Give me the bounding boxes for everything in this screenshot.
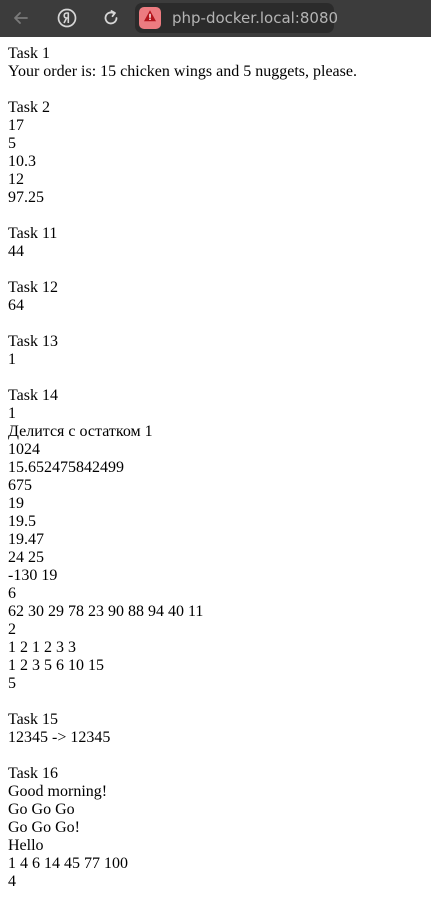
task-title: Task 15 [8, 711, 58, 728]
output-line: 24 25 [8, 549, 44, 566]
output-line: Делится с остатком 1 [8, 423, 153, 440]
output-line: Hello [8, 837, 44, 854]
output-line: 19.5 [8, 513, 36, 530]
task-block: Task 16 Good morning! Go Go Go Go Go Go! Hel… [8, 765, 423, 891]
url-text[interactable]: php-docker.local:8080 [172, 8, 338, 28]
output-line: 1 [8, 405, 16, 422]
task-title: Task 11 [8, 225, 58, 242]
output-line: 6 [8, 585, 16, 602]
output-line: 19.47 [8, 531, 44, 548]
output-line: 5 [8, 135, 16, 152]
address-bar[interactable]: php-docker.local:8080 [135, 3, 338, 33]
output-line: 2 [8, 621, 16, 638]
output-line: Your order is: 15 chicken wings and 5 nu… [8, 63, 357, 80]
output-line: 4 [8, 873, 16, 890]
output-line: 97.25 [8, 189, 44, 206]
reload-icon [101, 8, 121, 28]
output-line: 1 2 1 2 3 3 [8, 639, 76, 656]
arrow-left-icon [12, 9, 30, 27]
output-line: 19 [8, 495, 24, 512]
output-line: 62 30 29 78 23 90 88 94 40 11 [8, 603, 204, 620]
task-title: Task 12 [8, 279, 58, 296]
output-line: 1 2 3 5 6 10 15 [8, 657, 104, 674]
yandex-button[interactable] [53, 4, 81, 32]
output-line: 1 [8, 351, 16, 368]
output-line: 12345 -> 12345 [8, 729, 111, 746]
reload-button[interactable] [97, 4, 125, 32]
task-block: Task 11 44 [8, 225, 423, 261]
task-block: Task 2 17 5 10.3 12 97.25 [8, 99, 423, 207]
output-line: 44 [8, 243, 24, 260]
task-block: Task 15 12345 -> 12345 [8, 711, 423, 747]
site-info-button[interactable] [139, 7, 161, 29]
page-content: Task 1 Your order is: 15 chicken wings an… [8, 45, 423, 909]
output-line: 15.652475842499 [8, 459, 124, 476]
output-line: 10.3 [8, 153, 36, 170]
output-line: 1 4 6 14 45 77 100 [8, 855, 128, 872]
browser-toolbar: php-docker.local:8080 [0, 0, 431, 37]
output-line: 675 [8, 477, 32, 494]
task-title: Task 16 [8, 765, 58, 782]
output-line: 64 [8, 297, 24, 314]
warning-triangle-icon [143, 9, 157, 28]
output-line: -130 19 [8, 567, 58, 584]
task-title: Task 1 [8, 45, 50, 62]
task-title: Task 14 [8, 387, 58, 404]
task-block: Task 13 1 [8, 333, 423, 369]
task-title: Task 2 [8, 99, 50, 116]
yandex-logo-icon [56, 7, 78, 29]
task-title: Task 13 [8, 333, 58, 350]
output-line: 17 [8, 117, 24, 134]
output-line: 12 [8, 171, 24, 188]
task-block: Task 14 1 Делится с остатком 1 1024 15.65247… [8, 387, 423, 693]
output-line: 1024 [8, 441, 40, 458]
output-line: Go Go Go [8, 801, 75, 818]
output-line: 5 [8, 675, 16, 692]
output-line: Go Go Go! [8, 819, 80, 836]
task-block: Task 1 Your order is: 15 chicken wings an… [8, 45, 423, 81]
back-button[interactable] [7, 4, 35, 32]
output-line: Good morning! [8, 783, 108, 800]
task-block: Task 12 64 [8, 279, 423, 315]
